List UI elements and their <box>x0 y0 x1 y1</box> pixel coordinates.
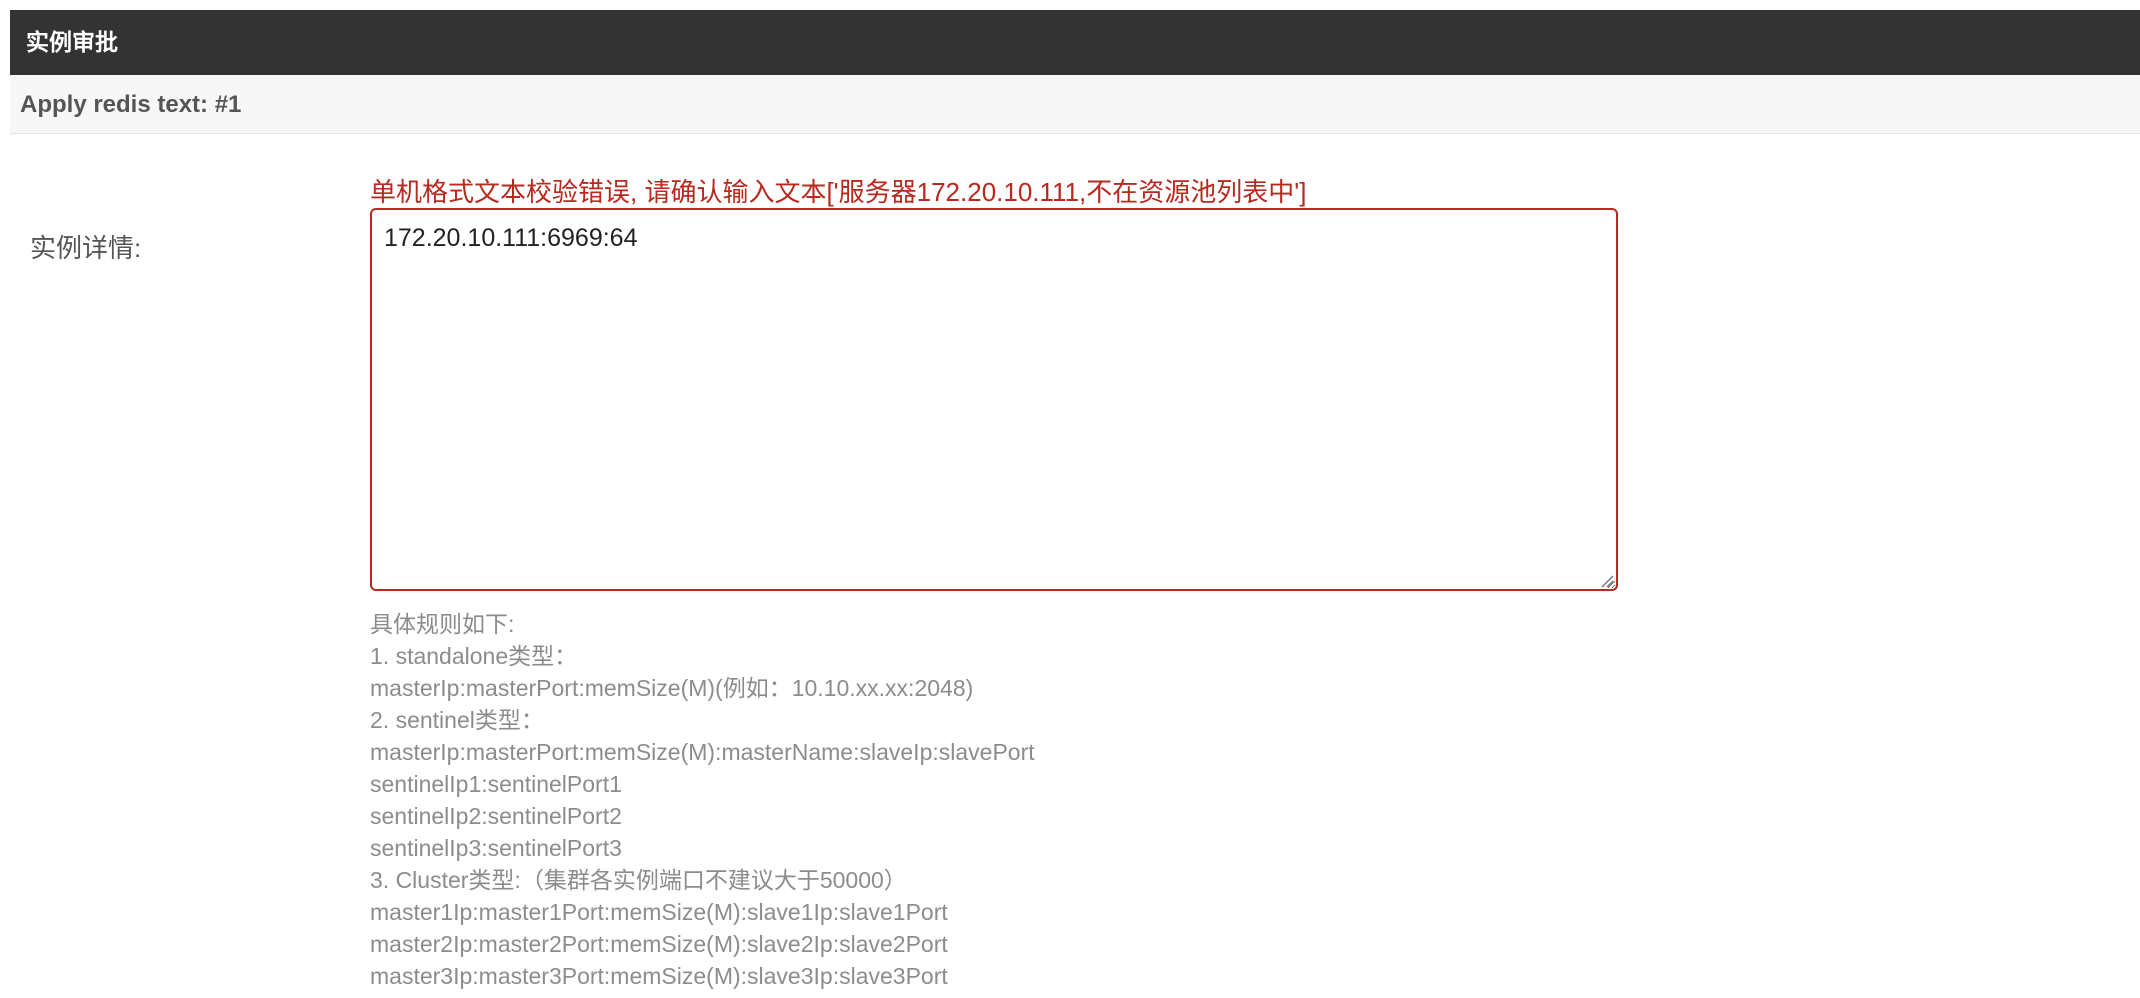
help-line: sentinelIp2:sentinelPort2 <box>370 803 622 829</box>
approval-panel: 实例审批 Apply redis text: #1 单机格式文本校验错误, 请确… <box>10 10 2140 998</box>
help-line: 3. Cluster类型:（集群各实例端口不建议大于50000） <box>370 867 907 893</box>
help-line: master3Ip:master3Port:memSize(M):slave3I… <box>370 963 948 989</box>
instance-detail-textarea[interactable] <box>370 208 1618 591</box>
help-line: 具体规则如下: <box>370 611 515 637</box>
help-line: masterIp:masterPort:memSize(M):masterNam… <box>370 739 1035 765</box>
help-line: 2. sentinel类型： <box>370 707 544 733</box>
format-rules-help: 具体规则如下: 1. standalone类型： masterIp:master… <box>370 608 1035 992</box>
help-line: sentinelIp1:sentinelPort1 <box>370 771 622 797</box>
help-line: sentinelIp3:sentinelPort3 <box>370 835 622 861</box>
help-line: 1. standalone类型： <box>370 643 578 669</box>
validation-error-message: 单机格式文本校验错误, 请确认输入文本['服务器172.20.10.111,不在… <box>370 177 1307 207</box>
help-line: master1Ip:master1Port:memSize(M):slave1I… <box>370 899 948 925</box>
instance-detail-label: 实例详情: <box>30 233 142 263</box>
help-line: master2Ip:master2Port:memSize(M):slave2I… <box>370 931 948 957</box>
help-line: masterIp:masterPort:memSize(M)(例如：10.10.… <box>370 675 974 701</box>
panel-subtitle: Apply redis text: #1 <box>10 75 2140 134</box>
panel-title: 实例审批 <box>10 10 2140 75</box>
